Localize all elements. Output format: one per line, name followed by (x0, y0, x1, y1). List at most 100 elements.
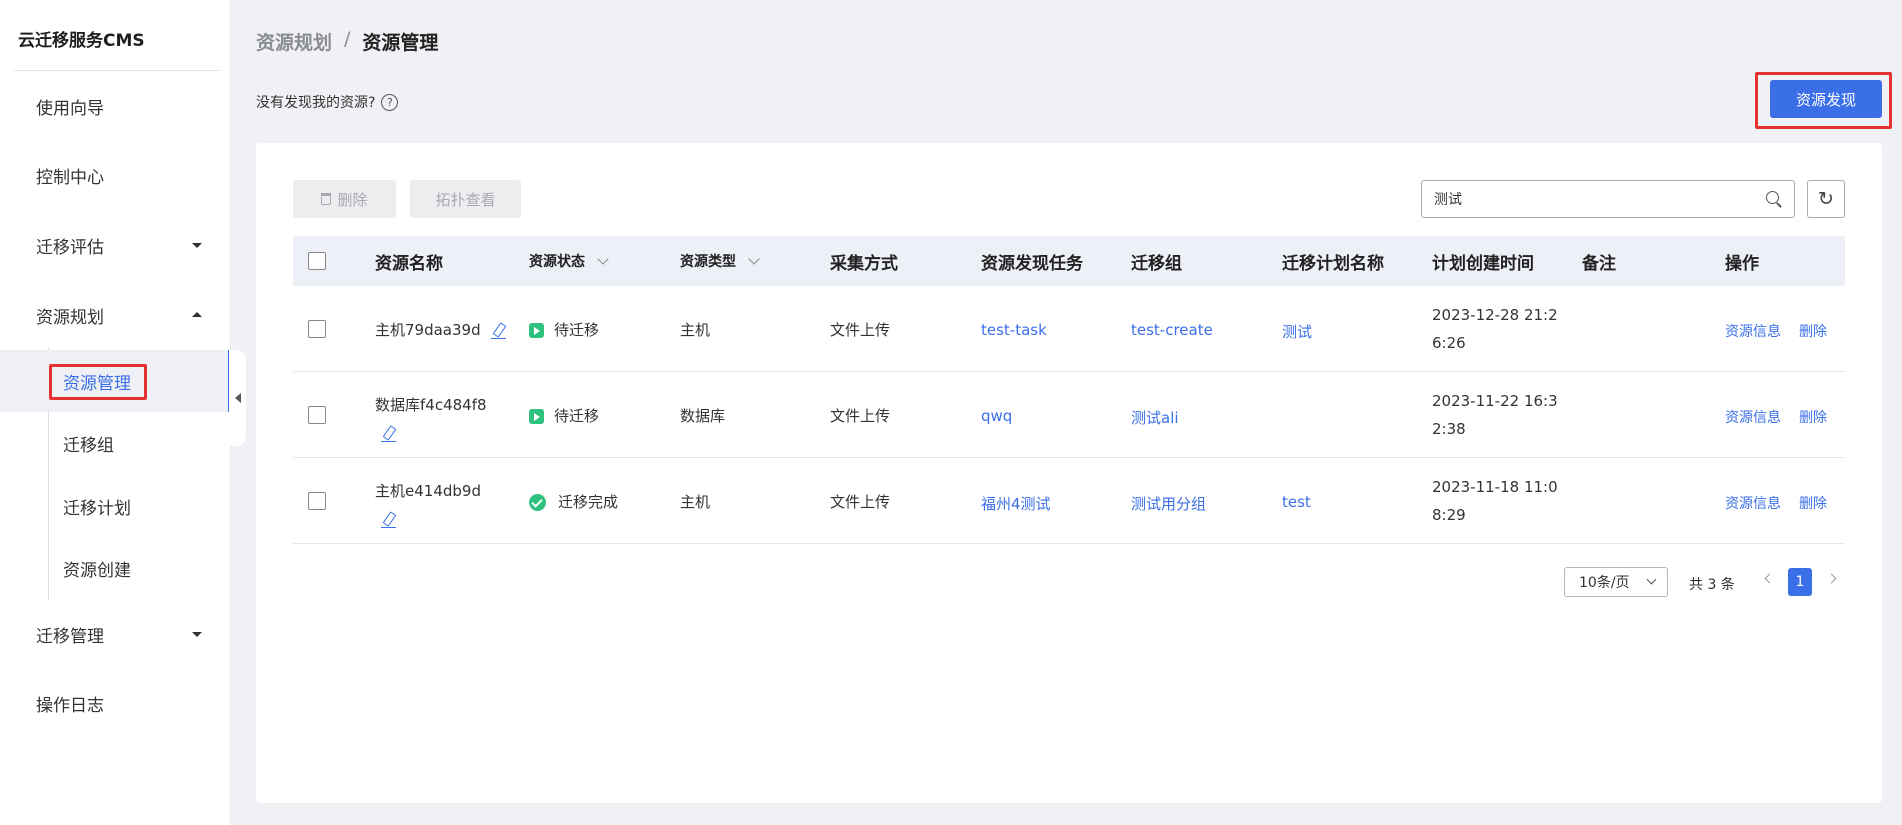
caret-up-icon (192, 312, 202, 317)
resource-name: 数据库f4c484f8 (375, 396, 487, 414)
sidebar-item-control-center[interactable]: 控制中心 (0, 155, 230, 195)
resource-info-link[interactable]: 资源信息 (1725, 407, 1781, 427)
sidebar-subitem-label: 资源创建 (63, 560, 131, 581)
edit-icon[interactable] (381, 426, 397, 442)
breadcrumb-separator: / (344, 28, 351, 50)
column-header-plan: 迁移计划名称 (1282, 253, 1384, 274)
select-all-checkbox[interactable] (308, 252, 326, 270)
group-link[interactable]: 测试用分组 (1131, 493, 1206, 514)
type-cell: 数据库 (680, 407, 726, 425)
next-page-icon[interactable] (1826, 573, 1837, 584)
row-checkbox[interactable] (308, 320, 326, 338)
resource-name: 主机e414db9d (375, 482, 481, 500)
row-checkbox[interactable] (308, 406, 326, 424)
resource-info-link[interactable]: 资源信息 (1725, 493, 1781, 513)
table-row: 主机e414db9d 迁移完成 主机 文件上传 福州4测试 测试用分组 test… (293, 458, 1845, 544)
prev-page-icon[interactable] (1764, 573, 1775, 584)
brand-title: 云迁移服务CMS (18, 31, 145, 51)
edit-icon[interactable] (491, 323, 507, 339)
time-cell: 2023-11-22 16:3 2:38 (1432, 387, 1558, 443)
sidebar-subitem-resource-management[interactable]: 资源管理 (0, 350, 230, 412)
status-cell: 待迁移 (529, 319, 599, 340)
delete-link[interactable]: 删除 (1799, 407, 1827, 427)
column-header-task: 资源发现任务 (981, 253, 1083, 274)
sidebar-subitem-label: 资源管理 (63, 373, 131, 394)
breadcrumb-parent[interactable]: 资源规划 (256, 28, 332, 55)
sidebar-item-guide[interactable]: 使用向导 (0, 86, 230, 126)
page-size-select[interactable]: 10条/页 (1564, 567, 1668, 597)
delete-link[interactable]: 删除 (1799, 493, 1827, 513)
collect-cell: 文件上传 (830, 493, 891, 511)
breadcrumb: 资源规划 / 资源管理 (256, 28, 438, 55)
delete-link[interactable]: 删除 (1799, 321, 1827, 341)
plan-link[interactable]: test (1282, 493, 1311, 511)
task-link[interactable]: 福州4测试 (981, 493, 1051, 514)
column-header-label: 资源状态 (529, 254, 585, 270)
type-cell: 主机 (680, 493, 711, 511)
sidebar-item-resource-planning[interactable]: 资源规划 (0, 295, 230, 335)
delete-button[interactable]: 删除 (293, 180, 396, 218)
sidebar-collapse-toggle[interactable] (229, 350, 246, 446)
collect-cell: 文件上传 (830, 407, 891, 425)
column-header-label: 资源类型 (680, 254, 736, 270)
time-line: 2:38 (1432, 420, 1466, 438)
refresh-button[interactable]: ↻ (1807, 180, 1845, 218)
time-line: 2023-11-22 16:3 (1432, 392, 1558, 410)
help-icon[interactable]: ? (381, 93, 399, 111)
page-button-current[interactable]: 1 (1788, 568, 1812, 596)
row-checkbox[interactable] (308, 492, 326, 510)
task-link[interactable]: test-task (981, 321, 1047, 339)
sidebar-subitem-label: 迁移计划 (63, 498, 131, 519)
topology-button-label: 拓扑查看 (435, 190, 496, 209)
column-header-type[interactable]: 资源类型 (680, 236, 760, 286)
status-text: 待迁移 (554, 407, 600, 425)
sidebar-subitem-resource-create[interactable]: 资源创建 (0, 548, 230, 588)
sidebar-item-migration-assessment[interactable]: 迁移评估 (0, 225, 230, 265)
topology-view-button[interactable]: 拓扑查看 (410, 180, 521, 218)
chevron-down-icon (748, 252, 760, 265)
sidebar: 云迁移服务CMS 使用向导 控制中心 迁移评估 资源规划 资源管理 迁移组 迁移… (0, 0, 231, 825)
brand-divider (14, 70, 220, 71)
resource-hint: 没有发现我的资源? ? (256, 92, 399, 112)
group-link[interactable]: 测试ali (1131, 407, 1179, 428)
pending-status-icon (529, 323, 544, 338)
task-link[interactable]: qwq (981, 407, 1012, 425)
table-row: 主机79daa39d 待迁移 主机 文件上传 test-task test-cr… (293, 286, 1845, 372)
column-header-status[interactable]: 资源状态 (529, 236, 609, 286)
resource-table-card: 删除 拓扑查看 ↻ 资源名称 资源状态 资源类型 采集方式 资源发现任务 迁移组… (256, 143, 1882, 803)
type-cell: 主机 (680, 321, 711, 339)
check-circle-icon (529, 494, 546, 511)
select-all-cell (308, 236, 326, 286)
total-count: 共 3 条 (1689, 577, 1735, 593)
status-cell: 迁移完成 (529, 491, 618, 512)
chevron-down-icon (597, 252, 609, 265)
search-input[interactable] (1434, 191, 1766, 207)
resource-name-cell: 数据库f4c484f8 (375, 391, 487, 447)
hint-text: 没有发现我的资源? (256, 95, 376, 111)
edit-icon[interactable] (381, 512, 397, 528)
time-line: 2023-12-28 21:2 (1432, 306, 1558, 324)
resource-name-cell: 主机79daa39d (375, 319, 507, 340)
table-row: 数据库f4c484f8 待迁移 数据库 文件上传 qwq 测试ali 2023-… (293, 372, 1845, 458)
sidebar-item-migration-management[interactable]: 迁移管理 (0, 614, 230, 654)
chevron-down-icon (1646, 574, 1657, 585)
resource-discovery-button[interactable]: 资源发现 (1770, 80, 1882, 118)
sidebar-item-operation-log[interactable]: 操作日志 (0, 683, 230, 723)
delete-button-label: 删除 (337, 190, 368, 209)
status-text: 待迁移 (554, 321, 600, 339)
search-icon[interactable] (1766, 191, 1782, 207)
sidebar-subitem-migration-plan[interactable]: 迁移计划 (0, 486, 230, 526)
resource-info-link[interactable]: 资源信息 (1725, 321, 1781, 341)
caret-down-icon (192, 632, 202, 637)
time-cell: 2023-11-18 11:0 8:29 (1432, 473, 1558, 529)
resource-name: 主机79daa39d (375, 321, 481, 339)
trash-icon (321, 193, 332, 205)
sidebar-subitem-migration-group[interactable]: 迁移组 (0, 423, 230, 463)
plan-link[interactable]: 测试 (1282, 321, 1312, 342)
group-link[interactable]: test-create (1131, 321, 1213, 339)
sidebar-item-label: 迁移评估 (36, 237, 104, 258)
status-text: 迁移完成 (558, 493, 619, 511)
sidebar-item-label: 使用向导 (36, 98, 104, 119)
search-field (1421, 180, 1795, 218)
sidebar-item-label: 操作日志 (36, 695, 104, 716)
